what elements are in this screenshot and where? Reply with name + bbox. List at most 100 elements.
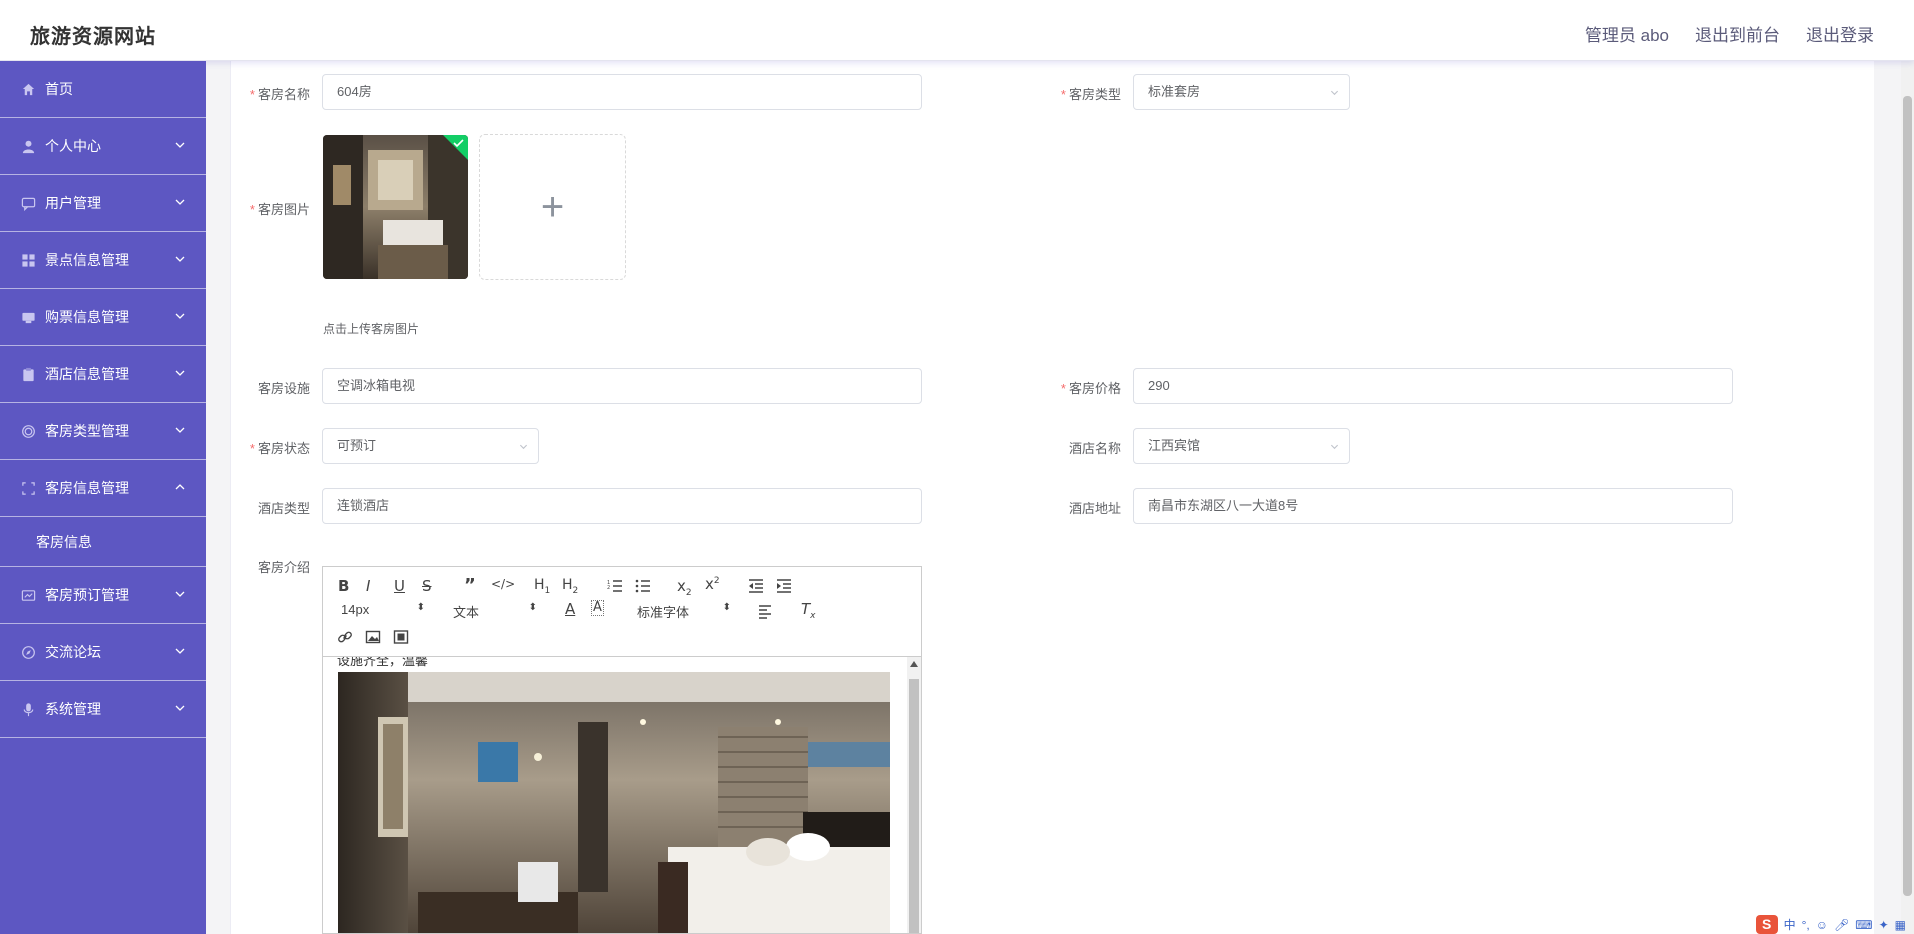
room-image-label: * 客房图片 [249, 202, 310, 217]
indent-icon[interactable] [776, 579, 792, 593]
status-value: 可预订 [337, 438, 377, 453]
code-icon[interactable]: </> [491, 577, 515, 591]
intro-label: 客房介绍 [257, 560, 310, 575]
room-name-label: * 客房名称 [249, 87, 310, 102]
header-links: 管理员 abo 退出到前台 退出登录 [1585, 21, 1874, 46]
required-mark: * [1060, 87, 1066, 102]
compass-icon [20, 644, 36, 660]
frame-icon [20, 480, 36, 496]
italic-button[interactable]: I [366, 577, 370, 595]
room-type-label: * 客房类型 [1060, 87, 1121, 102]
voice-icon[interactable]: 🎤︎ [1834, 918, 1849, 932]
hotel-name-value: 江西宾馆 [1148, 438, 1201, 453]
facilities-input[interactable]: 空调冰箱电视 [322, 368, 922, 404]
chevron-down-icon [175, 705, 185, 711]
image-upload-button[interactable]: + [479, 134, 626, 280]
chat-icon [20, 195, 36, 211]
sidebar-item-system-management[interactable]: 系统管理 [0, 681, 206, 738]
heading1-button[interactable]: H1 [534, 577, 550, 596]
updown-icon: ⬍ [722, 602, 731, 613]
room-photo-thumbnail [323, 135, 468, 279]
sidebar-item-room-type-management[interactable]: 客房类型管理 [0, 403, 206, 460]
sidebar-item-hotel-management[interactable]: 酒店信息管理 [0, 346, 206, 403]
ime-toolbar: S 中 °, ☺ 🎤︎ ⌨ ✦ ▦ [1755, 915, 1906, 934]
sidebar-item-forum[interactable]: 交流论坛 [0, 624, 206, 681]
home-icon [20, 81, 36, 97]
superscript-button[interactable]: x2 [705, 575, 720, 593]
sidebar-item-room-info-management[interactable]: 客房信息管理 [0, 460, 206, 517]
link-icon[interactable] [337, 629, 353, 645]
sidebar-item-label: 酒店信息管理 [45, 366, 129, 382]
sidebar-item-ticket-management[interactable]: 购票信息管理 [0, 289, 206, 346]
skin-icon[interactable]: ✦ [1879, 918, 1889, 932]
sidebar-item-room-booking-management[interactable]: 客房预订管理 [0, 567, 206, 624]
ordered-list-icon[interactable]: 12 [607, 579, 623, 593]
editor-scrollbar[interactable] [907, 657, 921, 933]
sidebar-item-personal-center[interactable]: 个人中心 [0, 118, 206, 175]
sidebar-item-user-management[interactable]: 用户管理 [0, 175, 206, 232]
sidebar-item-label: 景点信息管理 [45, 252, 129, 268]
hotel-room-photo [338, 672, 890, 933]
required-mark: * [249, 441, 255, 456]
editor-scrollbar-thumb[interactable] [909, 679, 919, 933]
sidebar-item-label: 客房预订管理 [45, 587, 129, 603]
status-select[interactable]: 可预订 [322, 428, 539, 464]
editor-content-area[interactable]: 设施齐全，温馨 [323, 657, 921, 933]
background-color-icon[interactable]: A [591, 600, 604, 616]
outdent-icon[interactable] [748, 579, 764, 593]
keyboard-icon[interactable]: ⌨ [1855, 918, 1872, 932]
hotel-name-select[interactable]: 江西宾馆 [1133, 428, 1350, 464]
hotel-address-input[interactable]: 南昌市东湖区八一大道8号 [1133, 488, 1733, 524]
sidebar-item-label: 交流论坛 [45, 644, 101, 660]
page-scrollbar[interactable] [1901, 61, 1914, 934]
logout-link[interactable]: 退出登录 [1806, 21, 1874, 46]
image-icon[interactable] [365, 629, 381, 645]
subscript-button[interactable]: x2 [677, 577, 692, 598]
mic-icon [20, 701, 36, 717]
rich-text-editor: B I U S ” </> H1 H2 12 x2 x2 14px ⬍ 文本 ⬍ A… [322, 566, 922, 934]
page-scrollbar-thumb[interactable] [1903, 96, 1912, 896]
price-input[interactable]: 290 [1133, 368, 1733, 404]
card-icon [20, 587, 36, 603]
underline-button[interactable]: U [394, 577, 405, 595]
ime-language-label[interactable]: 中 [1784, 916, 1796, 933]
editor-text: 设施齐全，温馨 [337, 657, 429, 668]
font-family-select[interactable]: 标准字体 ⬍ [637, 602, 731, 621]
chevron-down-icon [175, 370, 185, 376]
upload-tip: 点击上传客房图片 [323, 322, 420, 336]
chevron-down-icon [175, 427, 185, 433]
ticket-icon [20, 309, 36, 325]
uploaded-room-image[interactable] [323, 135, 468, 279]
bullet-list-icon[interactable] [635, 579, 651, 593]
font-size-select[interactable]: 14px ⬍ [341, 602, 425, 617]
clipboard-icon [20, 366, 36, 382]
sidebar-subitem-room-info[interactable]: 客房信息 [0, 517, 206, 567]
heading2-button[interactable]: H2 [562, 577, 578, 596]
bold-button[interactable]: B [338, 577, 349, 595]
sogou-ime-logo[interactable]: S [1755, 915, 1778, 934]
hotel-type-input[interactable]: 连锁酒店 [322, 488, 922, 524]
sidebar-item-home[interactable]: 首页 [0, 61, 206, 118]
sidebar-item-label: 个人中心 [45, 138, 101, 154]
status-label: * 客房状态 [249, 441, 310, 456]
block-format-select[interactable]: 文本 ⬍ [453, 602, 537, 621]
chevron-down-icon [175, 256, 185, 262]
scroll-up-icon[interactable] [910, 661, 918, 667]
punctuation-icon[interactable]: °, [1802, 918, 1810, 932]
clear-format-icon[interactable]: Tx [801, 600, 816, 621]
quote-icon[interactable]: ” [464, 575, 476, 596]
sidebar-item-scenic-management[interactable]: 景点信息管理 [0, 232, 206, 289]
video-icon[interactable] [393, 629, 409, 645]
chevron-down-icon [1330, 444, 1339, 450]
sidebar-item-label: 客房信息管理 [45, 480, 129, 496]
toolbox-icon[interactable]: ▦ [1895, 918, 1906, 932]
room-name-input[interactable]: 604房 [322, 74, 922, 110]
editor-toolbar: B I U S ” </> H1 H2 12 x2 x2 14px ⬍ 文本 ⬍ A… [323, 567, 921, 657]
align-icon[interactable] [758, 605, 774, 619]
emoji-icon[interactable]: ☺ [1816, 918, 1828, 932]
strikethrough-button[interactable]: S [422, 577, 432, 595]
font-color-icon[interactable]: A [565, 600, 575, 618]
admin-user-label[interactable]: 管理员 abo [1585, 21, 1669, 46]
exit-to-front-link[interactable]: 退出到前台 [1695, 21, 1780, 46]
room-type-select[interactable]: 标准套房 [1133, 74, 1350, 110]
